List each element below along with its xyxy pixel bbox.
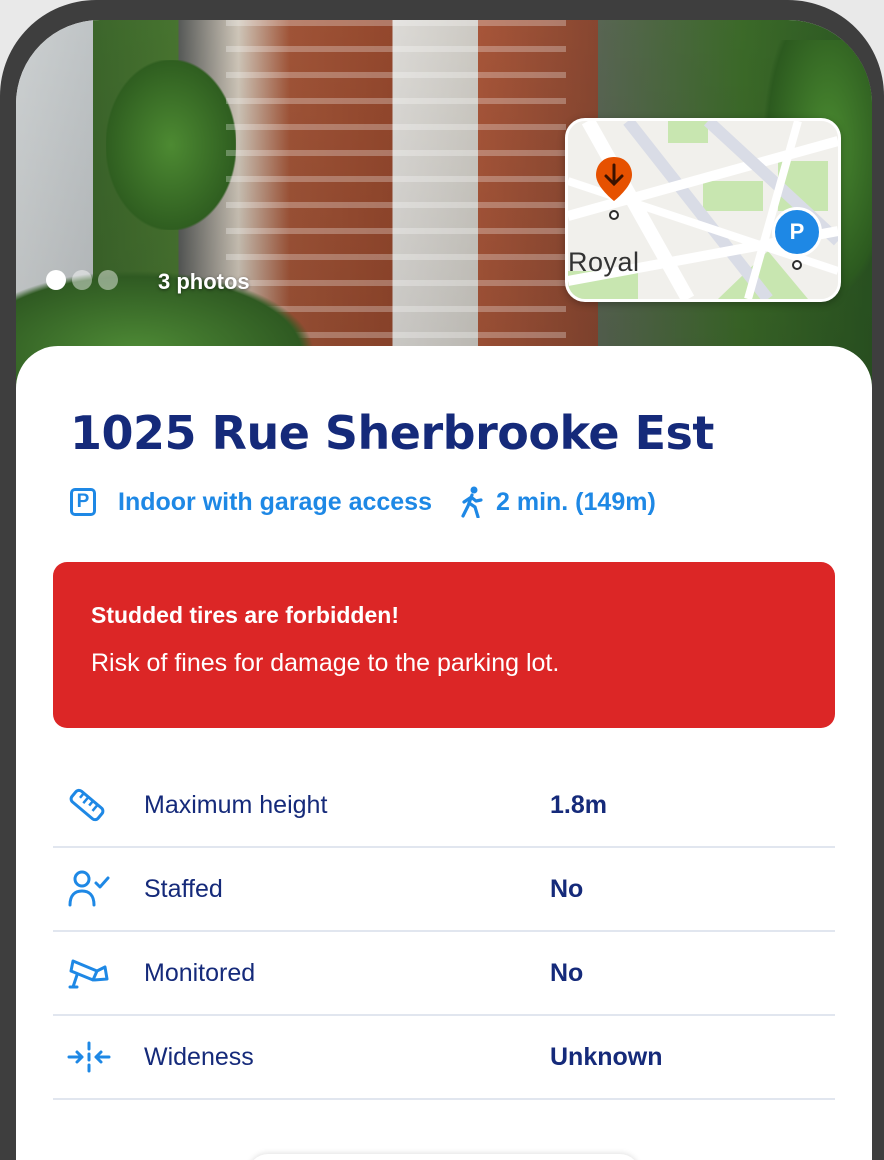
parking-type-label: Indoor with garage access [118, 487, 432, 516]
detail-label: Maximum height [144, 790, 328, 819]
photo-count-label: 3 photos [158, 269, 250, 294]
carousel-dot[interactable] [98, 270, 118, 290]
width-arrows-icon [67, 1037, 117, 1077]
detail-label: Monitored [144, 958, 256, 987]
photo-foliage [106, 60, 236, 230]
destination-pin-icon[interactable] [594, 155, 634, 225]
carousel-dot[interactable] [72, 270, 92, 290]
walking-icon [460, 486, 484, 518]
parking-pin-icon[interactable]: P [772, 207, 822, 257]
map-street-label: Royal [568, 247, 640, 277]
parking-pin-label: P [789, 219, 805, 244]
carousel-dots [46, 270, 118, 290]
mini-map[interactable]: P Royal [565, 118, 841, 302]
parking-details-card: 1025 Rue Sherbrooke Est P Indoor with ga… [16, 346, 872, 1160]
detail-label: Staffed [144, 874, 223, 903]
bottom-action-pill[interactable] [248, 1154, 640, 1160]
ruler-icon [67, 785, 117, 825]
detail-label: Wideness [144, 1042, 254, 1071]
alert-title: Studded tires are forbidden! [91, 602, 399, 628]
detail-value: 1.8m [550, 790, 607, 819]
studded-tires-alert: Studded tires are forbidden! Risk of fin… [53, 562, 835, 728]
phone-frame: 3 photos P Royal 1025 Rue Sherbrooke Est… [0, 0, 884, 1160]
detail-row-monitored: Monitored No [53, 932, 835, 1016]
detail-row-staffed: Staffed No [53, 848, 835, 932]
detail-row-maximum-height: Maximum height 1.8m [53, 764, 835, 848]
parking-icon: P [70, 488, 96, 516]
detail-value: No [550, 874, 584, 903]
parking-pin-dot [792, 260, 802, 270]
screen: 3 photos P Royal 1025 Rue Sherbrooke Est… [16, 20, 872, 1160]
carousel-dot-active[interactable] [46, 270, 66, 290]
details-list: Maximum height 1.8m Staffed No Monitored… [53, 764, 835, 1100]
person-check-icon [67, 869, 117, 909]
parking-meta: P Indoor with garage access 2 min. (149m… [70, 486, 656, 518]
walk-time-label: 2 min. (149m) [496, 487, 656, 516]
security-camera-icon [67, 953, 117, 993]
parking-icon-label: P [76, 491, 90, 512]
alert-body: Risk of fines for damage to the parking … [91, 649, 560, 677]
detail-value: Unknown [550, 1042, 663, 1071]
page-title: 1025 Rue Sherbrooke Est [70, 406, 714, 460]
detail-value: No [550, 958, 584, 987]
detail-row-wideness: Wideness Unknown [53, 1016, 835, 1100]
parking-photo-carousel[interactable]: 3 photos P Royal [16, 20, 872, 410]
